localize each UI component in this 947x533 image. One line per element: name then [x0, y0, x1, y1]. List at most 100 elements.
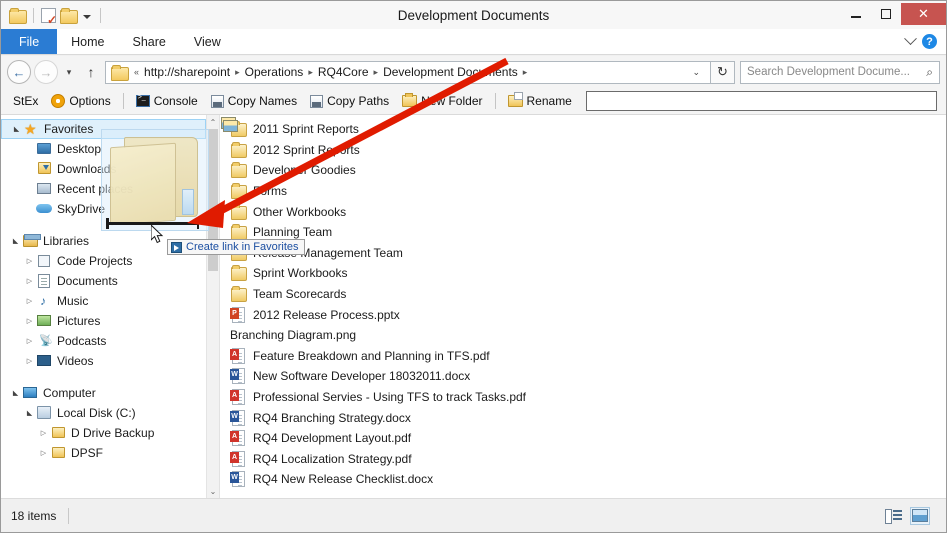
expander-open-icon[interactable]: ◢ [23, 409, 36, 417]
tab-share[interactable]: Share [119, 29, 180, 54]
expander-closed-icon[interactable]: ▷ [23, 297, 36, 305]
sidebar-item-podcasts[interactable]: ▷ 📡 Podcasts [1, 331, 219, 351]
icon-glyph: ♪ [40, 293, 46, 308]
file-name-label: Branching Diagram.png [230, 328, 357, 343]
file-list-item[interactable]: W RQ4 Branching Strategy.docx [220, 407, 946, 428]
sidebar-item-desktop[interactable]: Desktop [1, 139, 219, 159]
expander-closed-icon[interactable]: ▷ [37, 429, 50, 437]
breadcrumb-item-3[interactable]: Development Documents [380, 65, 521, 79]
rename-button[interactable]: Rename [503, 92, 577, 110]
stex-button[interactable]: StEx [8, 92, 43, 110]
expander-closed-icon[interactable]: ▷ [23, 257, 36, 265]
options-button[interactable]: Options [46, 92, 115, 110]
file-list-item[interactable]: 2011 Sprint Reports [220, 119, 946, 140]
up-button[interactable]: ↑ [80, 60, 102, 84]
breadcrumb-separator[interactable]: ▸ [233, 67, 242, 78]
sidebar-item-skydrive[interactable]: SkyDrive [1, 199, 219, 219]
scroll-up-icon[interactable]: ⌃ [207, 115, 219, 129]
chevron-down-icon[interactable] [83, 14, 91, 19]
file-list-item[interactable]: P 2012 Release Process.pptx [220, 304, 946, 325]
expander-open-icon[interactable]: ◢ [10, 125, 23, 133]
file-list-item[interactable]: Branching Diagram.png [220, 117, 946, 346]
file-type-badge: W [230, 369, 239, 381]
sidebar-item-dpsf[interactable]: ▷ DPSF [1, 443, 219, 463]
sidebar-item-local-disk-c[interactable]: ◢ Local Disk (C:) [1, 403, 219, 423]
expander-closed-icon[interactable]: ▷ [23, 337, 36, 345]
file-list-item[interactable]: Sprint Workbooks [220, 263, 946, 284]
help-icon[interactable]: ? [922, 34, 937, 49]
breadcrumb-item-1[interactable]: Operations [242, 65, 307, 79]
file-list-item[interactable]: 2012 Sprint Reports [220, 140, 946, 161]
window-title: Development Documents [397, 7, 550, 23]
sidebar-item-pictures[interactable]: ▷ Pictures [1, 311, 219, 331]
sidebar-item-documents[interactable]: ▷ Documents [1, 271, 219, 291]
file-list-item[interactable]: Team Scorecards [220, 284, 946, 305]
copy-paths-button[interactable]: Copy Paths [305, 92, 394, 110]
expander-closed-icon[interactable]: ▷ [23, 277, 36, 285]
copy-names-button[interactable]: Copy Names [206, 92, 302, 110]
expander-open-icon[interactable]: ◢ [9, 237, 22, 245]
file-list-item[interactable]: Other Workbooks [220, 201, 946, 222]
expander-closed-icon[interactable]: ▷ [37, 449, 50, 457]
file-list-item[interactable]: Planning Team [220, 222, 946, 243]
refresh-button[interactable]: ↻ [711, 60, 735, 84]
sidebar-item-music[interactable]: ▷ ♪ Music [1, 291, 219, 311]
breadcrumb-separator[interactable]: ▸ [372, 67, 381, 78]
new-folder-icon[interactable] [60, 7, 78, 24]
breadcrumb-dropdown-icon[interactable]: ⌄ [685, 67, 707, 78]
file-list-item[interactable]: W RQ4 New Release Checklist.docx [220, 469, 946, 490]
search-icon[interactable]: ⌕ [926, 65, 933, 80]
sidebar-scrollbar[interactable]: ⌃ ⌄ [206, 115, 219, 498]
close-button[interactable]: ✕ [901, 3, 946, 25]
file-list-item[interactable]: A Feature Breakdown and Planning in TFS.p… [220, 346, 946, 367]
file-list-item[interactable]: Developer Goodies [220, 160, 946, 181]
gear-icon [51, 94, 66, 108]
expander-closed-icon[interactable]: ▷ [23, 357, 36, 365]
file-list-item[interactable]: W New Software Developer 18032011.docx [220, 366, 946, 387]
file-list-item[interactable]: Release Management Team [220, 243, 946, 264]
large-icons-view-button[interactable] [910, 506, 930, 525]
forward-button[interactable]: → [34, 60, 58, 84]
sidebar-item-d-drive-backup[interactable]: ▷ D Drive Backup [1, 423, 219, 443]
maximize-button[interactable] [871, 3, 901, 25]
file-list[interactable]: 2011 Sprint Reports 2012 Sprint Reports De… [220, 115, 946, 498]
tab-file[interactable]: File [1, 29, 58, 54]
details-view-button[interactable] [883, 507, 903, 525]
sidebar-item-favorites[interactable]: ◢ ★ Favorites [1, 119, 206, 139]
image-thumbnail [223, 120, 238, 132]
breadcrumb-item-2[interactable]: RQ4Core [315, 65, 372, 79]
tab-view[interactable]: View [180, 29, 235, 54]
breadcrumb-separator[interactable]: ▸ [306, 67, 315, 78]
breadcrumb-overflow[interactable]: « [132, 67, 141, 77]
expander-open-icon[interactable]: ◢ [9, 389, 22, 397]
folder-icon[interactable] [9, 7, 27, 24]
breadcrumb-separator[interactable]: ▸ [521, 67, 530, 78]
sidebar-item-videos[interactable]: ▷ Videos [1, 351, 219, 371]
chevron-down-icon[interactable] [904, 32, 917, 46]
back-button[interactable]: ← [7, 60, 31, 84]
docx-file-icon: W [230, 368, 247, 385]
console-button[interactable]: Console [131, 92, 203, 110]
file-list-item[interactable]: A RQ4 Localization Strategy.pdf [220, 449, 946, 470]
sidebar-item-downloads[interactable]: Downloads [1, 159, 219, 179]
scroll-down-icon[interactable]: ⌄ [207, 484, 219, 498]
file-name-label: Planning Team [253, 225, 333, 240]
breadcrumb-item-0[interactable]: http://sharepoint [141, 65, 233, 79]
tab-home[interactable]: Home [57, 29, 118, 54]
sidebar-item-recent-places[interactable]: Recent places [1, 179, 219, 199]
new-folder-button[interactable]: New Folder [397, 92, 487, 110]
sidebar-item-computer[interactable]: ◢ Computer [1, 383, 219, 403]
history-dropdown-button[interactable]: ▾ [61, 60, 77, 84]
search-input[interactable]: Search Development Docume... ⌕ [740, 60, 940, 84]
file-list-item[interactable]: A RQ4 Development Layout.pdf [220, 428, 946, 449]
properties-icon[interactable] [41, 7, 57, 26]
breadcrumb[interactable]: « http://sharepoint ▸ Operations ▸ RQ4Co… [105, 60, 711, 84]
file-list-item[interactable]: Forms [220, 181, 946, 202]
rename-input[interactable] [585, 91, 937, 111]
expander-closed-icon[interactable]: ▷ [23, 317, 36, 325]
minimize-button[interactable] [841, 3, 871, 25]
title-bar: Development Documents ✕ [1, 1, 946, 29]
file-list-item[interactable]: A Professional Servies - Using TFS to tra… [220, 387, 946, 408]
